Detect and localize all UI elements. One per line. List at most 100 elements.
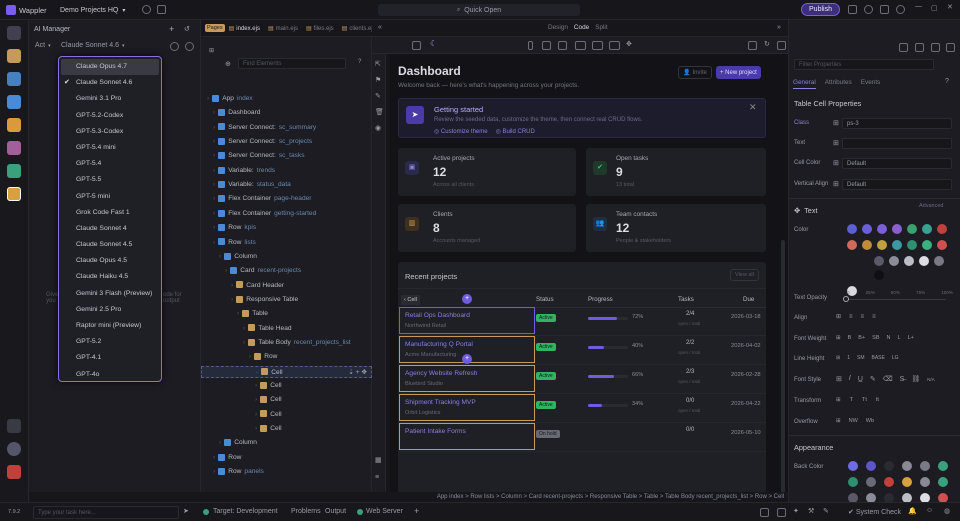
web-server-toggle[interactable]: Web Server — [366, 508, 403, 515]
advanced-toggle[interactable]: Advanced — [919, 203, 943, 209]
tree-node[interactable]: › Cell — [255, 409, 285, 421]
chevron-right-icon[interactable]: › — [213, 454, 215, 461]
model-option[interactable]: GPT-5.3-Codex — [59, 124, 161, 140]
tree-node[interactable]: › Flex Container getting-started — [213, 208, 316, 220]
tree-node[interactable]: › Column — [219, 437, 260, 449]
chevron-right-icon[interactable]: › — [255, 382, 257, 389]
text-input[interactable] — [842, 138, 952, 149]
tree-node[interactable]: › Table Body recent_projects_list — [243, 337, 351, 349]
api-icon[interactable] — [7, 118, 21, 132]
cell-selection-tag[interactable]: ‹ Cell — [401, 295, 420, 305]
chevron-right-icon[interactable]: › — [243, 339, 245, 346]
font-weight-option[interactable]: N — [887, 335, 891, 341]
publish-button[interactable]: Publish — [801, 3, 840, 16]
quick-open-input[interactable]: ⌕ Quick Open — [378, 4, 580, 16]
chevron-right-icon[interactable]: › — [213, 239, 215, 246]
chevron-right-icon[interactable]: › — [231, 296, 233, 303]
binding-icon[interactable]: ⊞ — [833, 119, 839, 127]
tree-node[interactable]: › Card recent-projects — [225, 265, 301, 277]
opacity-handle[interactable] — [843, 296, 849, 302]
filter-properties-input[interactable]: Filter Properties — [794, 59, 934, 70]
color-swatch[interactable] — [861, 224, 872, 234]
model-option[interactable]: Gemini 2.5 Pro — [59, 302, 161, 318]
bell-icon[interactable] — [880, 5, 889, 14]
view-mode-code[interactable]: Code — [574, 24, 589, 31]
chevron-right-icon[interactable]: › — [213, 152, 215, 159]
output-tab[interactable]: Output — [325, 508, 346, 515]
font-weight-option[interactable]: B — [848, 335, 852, 341]
open-external-icon[interactable] — [748, 41, 757, 50]
invite-button[interactable]: 👤 Invite — [678, 66, 712, 79]
file-tab[interactable]: ▤ clients.ejs — [342, 25, 376, 32]
pages-badge[interactable]: Pages — [205, 24, 225, 32]
chevron-right-icon[interactable]: › — [213, 181, 215, 188]
layers-icon[interactable] — [7, 164, 21, 178]
chevron-right-icon[interactable]: › — [219, 253, 221, 260]
target-select[interactable]: Target: Development — [213, 508, 278, 515]
tree-node[interactable]: › Flex Container page-header — [213, 193, 312, 205]
color-swatch[interactable] — [848, 477, 858, 487]
binding-icon[interactable]: ⊞ — [836, 335, 841, 341]
opacity-slider[interactable] — [846, 299, 946, 300]
list-icon[interactable]: ≡ — [375, 474, 379, 481]
font-weight-option[interactable]: L — [898, 335, 901, 341]
color-swatch[interactable] — [921, 224, 932, 234]
strike-icon[interactable]: S̶ — [900, 376, 905, 383]
font-weight-option[interactable]: SB — [872, 335, 879, 341]
highlight-icon[interactable]: ✎ — [870, 375, 876, 383]
model-option[interactable]: Grok Code Fast 1 — [59, 205, 161, 221]
minimize-icon[interactable]: — — [915, 3, 922, 10]
project-name[interactable]: Manufacturing Q Portal — [405, 341, 473, 348]
project-selector[interactable]: Demo Projects HQ ▾ — [60, 4, 125, 16]
panel-icon[interactable] — [760, 508, 769, 517]
model-option[interactable]: GPT-5.4 — [59, 156, 161, 172]
binding-icon[interactable]: ⊞ — [836, 418, 841, 424]
view-all-button[interactable]: View all — [730, 269, 759, 281]
tree-node[interactable]: › Row — [249, 351, 280, 363]
moon-icon[interactable]: ☾ — [430, 39, 437, 48]
chevron-right-icon[interactable]: › — [213, 224, 215, 231]
chevron-right-icon[interactable]: › — [213, 210, 215, 217]
move-icon[interactable]: ✥ — [626, 40, 632, 48]
file-tab[interactable]: ▤ main.ejs — [268, 25, 298, 32]
color-swatch[interactable] — [906, 224, 917, 234]
system-check-button[interactable]: ✔ System Check — [848, 508, 901, 517]
tablet-icon[interactable] — [542, 41, 551, 50]
chevron-right-icon[interactable]: › — [213, 468, 215, 475]
binding-icon[interactable]: ⊞ — [836, 313, 841, 320]
overflow-option[interactable]: NW — [849, 418, 858, 424]
align-left-icon[interactable]: ≡ — [849, 314, 853, 320]
color-swatch[interactable] — [918, 256, 929, 266]
collapse-icon[interactable]: « — [378, 24, 382, 31]
transform-option[interactable]: tt — [876, 397, 879, 403]
add-icon[interactable]: + — [414, 506, 419, 516]
new-project-button[interactable]: + New project — [716, 66, 761, 79]
mode-select[interactable]: Act ▾ — [35, 42, 51, 49]
color-swatch[interactable] — [861, 240, 872, 250]
tree-node[interactable]: › Row — [213, 452, 244, 464]
chevron-right-icon[interactable]: › — [219, 439, 221, 446]
tree-node[interactable]: › Column — [219, 251, 260, 263]
brush-icon[interactable]: ✎ — [375, 92, 381, 100]
tree-node[interactable]: › Row panels — [213, 466, 264, 478]
property-tab[interactable]: Events — [861, 79, 881, 88]
binding-icon[interactable]: ⊞ — [833, 180, 839, 188]
color-swatch[interactable] — [891, 240, 902, 250]
help-icon[interactable]: ? — [945, 78, 949, 85]
format-icon[interactable] — [899, 43, 908, 52]
globe-icon[interactable]: ◍ — [944, 507, 950, 515]
tree-node[interactable]: › Variable: trends — [213, 165, 275, 177]
files-icon[interactable] — [7, 26, 21, 40]
tree-node[interactable]: › Cell — [255, 380, 285, 392]
tree-node[interactable]: › Server Connect: sc_tasks — [213, 150, 305, 162]
align-center-icon[interactable]: ≡ — [861, 314, 865, 320]
gear-icon[interactable] — [7, 442, 21, 456]
file-tab[interactable]: ▤ files.ejs — [306, 25, 334, 32]
color-swatch[interactable] — [876, 240, 887, 250]
text-section-header[interactable]: ✥ Text — [794, 206, 818, 215]
chevron-right-icon[interactable]: › — [213, 109, 215, 116]
chevron-right-icon[interactable]: › — [255, 425, 257, 432]
model-option[interactable]: GPT-4o — [59, 367, 161, 383]
color-swatch[interactable] — [873, 256, 884, 266]
chevron-right-icon[interactable]: › — [243, 325, 245, 332]
